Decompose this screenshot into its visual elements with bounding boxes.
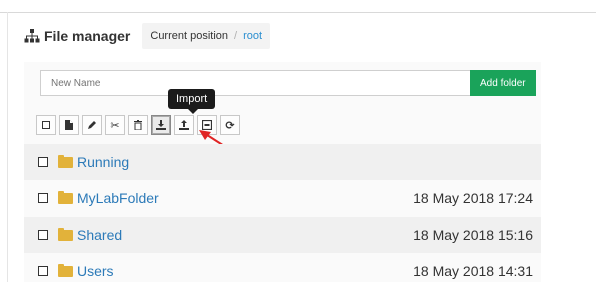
new-file-button[interactable] — [59, 115, 79, 135]
import-tooltip: Import — [168, 89, 216, 114]
sitemap-icon — [24, 29, 40, 43]
file-row[interactable]: Users 18 May 2018 14:31 — [24, 253, 541, 289]
checkbox-icon — [42, 121, 50, 129]
folder-name-link[interactable]: Running — [77, 154, 129, 170]
trash-icon — [134, 120, 142, 130]
file-row[interactable]: MyLabFolder 18 May 2018 17:24 — [24, 180, 541, 216]
top-bar — [0, 0, 596, 13]
new-name-input[interactable] — [40, 70, 470, 96]
file-date: 18 May 2018 14:31 — [413, 263, 533, 279]
breadcrumb: Current position / root — [142, 23, 271, 49]
file-row[interactable]: Running — [24, 144, 541, 180]
rename-button[interactable] — [82, 115, 102, 135]
pencil-icon — [88, 121, 96, 129]
new-folder-row: Add folder — [40, 70, 536, 96]
page-header: File manager Current position / root — [24, 23, 271, 49]
export-button[interactable] — [174, 115, 194, 135]
left-divider — [7, 12, 8, 282]
row-checkbox[interactable] — [38, 266, 48, 276]
row-checkbox[interactable] — [38, 230, 48, 240]
delete-button[interactable] — [128, 115, 148, 135]
file-row[interactable]: Shared 18 May 2018 15:16 — [24, 217, 541, 253]
breadcrumb-root-link[interactable]: root — [243, 30, 262, 42]
row-checkbox[interactable] — [38, 193, 48, 203]
add-folder-button[interactable]: Add folder — [470, 70, 536, 96]
cut-button[interactable]: ✂ — [105, 115, 125, 135]
breadcrumb-label: Current position — [150, 30, 229, 42]
row-checkbox[interactable] — [38, 157, 48, 167]
folder-name-link[interactable]: Shared — [77, 227, 122, 243]
folder-name-link[interactable]: MyLabFolder — [77, 190, 159, 206]
folder-icon — [58, 263, 73, 277]
page-title: File manager — [44, 28, 131, 44]
new-file-icon — [65, 120, 73, 130]
file-date: 18 May 2018 15:16 — [413, 227, 533, 243]
folder-name-link[interactable]: Users — [77, 263, 114, 279]
scissors-icon: ✂ — [110, 119, 120, 132]
file-date: 18 May 2018 17:24 — [413, 190, 533, 206]
export-icon — [179, 120, 189, 130]
folder-icon — [58, 154, 73, 168]
folder-icon — [58, 190, 73, 204]
import-icon — [156, 120, 166, 130]
import-button[interactable] — [151, 115, 171, 135]
folder-icon — [58, 227, 73, 241]
select-all-button[interactable] — [36, 115, 56, 135]
breadcrumb-separator: / — [234, 30, 238, 42]
